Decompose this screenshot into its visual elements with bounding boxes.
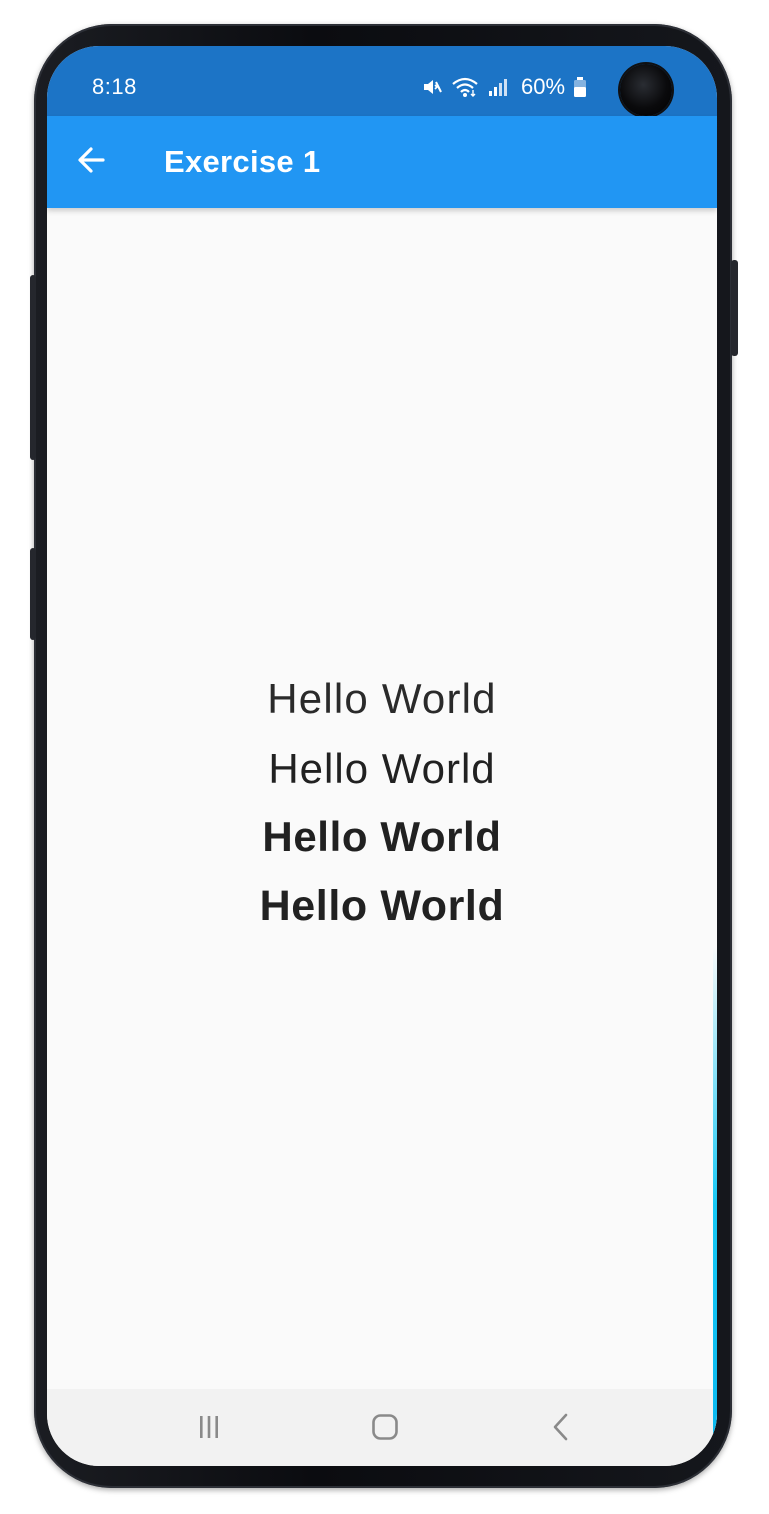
status-icons: 60% [421,72,587,102]
back-icon [546,1412,576,1447]
side-button-power [731,260,738,356]
side-button-bixby [30,548,36,640]
battery-icon [573,76,587,98]
screen-edge-highlight [713,946,717,1466]
hello-text-light: Hello World [267,675,497,722]
navigation-bar [47,1389,717,1466]
screen: 8:18 60% Exercise 1 Hello World Hello Wo… [47,46,717,1466]
wifi-icon [451,76,479,98]
front-camera [620,64,672,116]
page-title: Exercise 1 [164,144,321,179]
main-content: Hello World Hello World Hello World Hell… [47,208,717,1389]
home-icon [370,1412,400,1447]
hello-text-regular: Hello World [268,745,496,792]
app-bar: Exercise 1 [47,116,717,208]
nav-back-button[interactable] [541,1411,581,1447]
status-time: 8:18 [92,74,137,99]
battery-percent: 60% [521,74,566,99]
arrow-back-icon [76,145,106,180]
status-bar: 8:18 60% [47,46,717,116]
hello-text-bold: Hello World [262,813,502,860]
back-button[interactable] [73,144,109,180]
recent-apps-button[interactable] [189,1411,229,1447]
home-button[interactable] [365,1411,405,1447]
hello-text-extra-bold: Hello World [259,882,505,930]
mute-vibrate-icon [421,76,443,98]
side-button-volume [30,275,36,460]
signal-icon [487,76,509,98]
recent-apps-icon [194,1412,224,1447]
